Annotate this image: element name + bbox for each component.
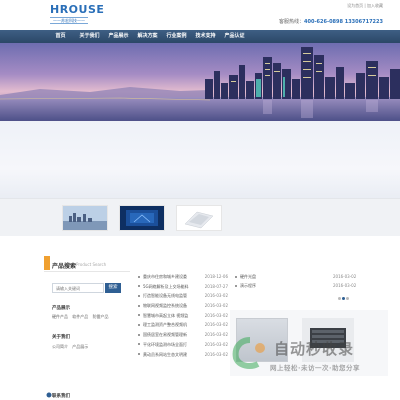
main-nav: 首页 关于我们 产品展示 解决方案 行业案例 技术支持 产品认证 — [0, 30, 400, 43]
news-title[interactable]: 5G网络解析及上交场能料 — [143, 284, 189, 289]
nav-item-certification[interactable]: 产品认证 — [220, 30, 249, 43]
news-title[interactable]: 智慧城市高起立体 视频监 — [143, 313, 188, 318]
list-item[interactable]: 5G网络解析及上交场能料 2018-07-27 — [138, 282, 228, 292]
news-date: 2018-12-06 — [204, 274, 228, 279]
banner-fade — [0, 121, 400, 201]
nav-item-solutions[interactable]: 解决方案 — [133, 30, 162, 43]
category-products-links: 硬件产品 软件产品 防雷产品 — [52, 314, 112, 320]
nav-item-home[interactable]: 首页 — [46, 30, 75, 43]
product-date: 2016-03-02 — [333, 283, 357, 288]
phone-icon — [46, 392, 52, 398]
thumbnail-city-image — [63, 206, 107, 230]
watermark-subtext: 网上轻松·未访一次·助您分享 — [270, 364, 360, 372]
news-date: 2016-03-02 — [204, 293, 228, 299]
carousel-dot-active[interactable] — [342, 297, 345, 300]
watermark-logo-icon — [232, 337, 265, 369]
product-title[interactable]: 硬件光盘 — [240, 274, 256, 279]
bullet-icon — [138, 323, 140, 326]
product-title[interactable]: 演示程序 — [240, 283, 256, 288]
list-item[interactable]: 国债居室在易视频管理新 2016-03-02 — [138, 330, 228, 340]
logo-subtitle: ——苏宏科技—— — [50, 17, 88, 24]
bullet-icon — [235, 275, 237, 278]
nav-item-support[interactable]: 技术支持 — [191, 30, 220, 43]
carousel-dot[interactable] — [346, 297, 349, 300]
hotline-label: 客服热线： — [279, 19, 305, 25]
news-date: 2016-03-02 — [204, 312, 228, 318]
bullet-icon — [138, 333, 140, 336]
category-link-company[interactable]: 公司简介 — [52, 344, 68, 349]
search-input[interactable] — [52, 283, 104, 293]
bullet-icon — [138, 314, 140, 317]
bullet-icon — [138, 294, 140, 297]
news-list: 重庆市住房和城乡建设委 2018-12-06 5G网络解析及上交场能料 2018-0… — [138, 272, 228, 400]
bullet-icon — [138, 285, 140, 288]
category-link-showcase[interactable]: 产品展示 — [72, 344, 88, 349]
bullet-icon — [138, 275, 140, 278]
logo-text: HROUSE — [50, 3, 105, 16]
news-date: 2016-03-02 — [204, 351, 228, 357]
category-contact-title[interactable]: 联系我们 — [52, 393, 70, 399]
news-title[interactable]: 平化环境监测市场全面打 — [143, 342, 187, 347]
watermark-text: 自动秒收录 — [274, 340, 355, 358]
footer-contact-hint — [46, 392, 52, 399]
site-logo[interactable]: HROUSE ——苏宏科技—— — [50, 3, 105, 24]
category-products-title[interactable]: 产品展示 — [52, 305, 70, 311]
category-link-hardware[interactable]: 硬件产品 — [52, 314, 68, 319]
category-link-software[interactable]: 软件产品 — [72, 314, 88, 319]
bullet-icon — [138, 343, 140, 346]
list-item[interactable]: 硬件光盘 2016-03-02 — [235, 272, 381, 281]
bullet-icon — [235, 284, 237, 287]
news-title[interactable]: 物联网视频监控系统设备 — [143, 303, 187, 308]
thumbnail-blue-screen[interactable] — [119, 205, 165, 231]
news-title[interactable]: 理工监测资产整合视频机 — [143, 322, 187, 327]
carousel-dot[interactable] — [338, 297, 341, 300]
carousel-dots — [338, 296, 350, 302]
news-title[interactable]: 黄动员系网站生态文明建 — [143, 352, 187, 357]
thumbnail-blue-image — [120, 206, 164, 230]
list-item[interactable]: 物联网视频监控系统设备 2016-03-02 — [138, 301, 228, 311]
list-item[interactable]: 黄动员系网站生态文明建 2016-03-02 — [138, 350, 228, 360]
news-date: 2016-03-02 — [204, 303, 228, 309]
list-item[interactable]: 平化环境监测市场全面打 2016-03-02 — [138, 340, 228, 350]
product-date: 2016-03-02 — [333, 274, 357, 279]
thumbnail-device-image — [177, 206, 221, 230]
site-header: HROUSE ——苏宏科技—— 设为首页 | 加入收藏 客服热线：400-626… — [0, 0, 400, 30]
product-list: 硬件光盘 2016-03-02 演示程序 2016-03-02 — [235, 272, 381, 290]
nav-item-products[interactable]: 产品展示 — [104, 30, 133, 43]
product-search-panel: 产品搜索 Product Search 搜索 产品展示 硬件产品 软件产品 防雷… — [44, 256, 130, 400]
hero-banner — [0, 43, 400, 121]
list-item[interactable]: 打造智能设备无线电监管 2016-03-02 — [138, 291, 228, 301]
bullet-icon — [138, 353, 140, 355]
search-button[interactable]: 搜索 — [105, 283, 121, 293]
thumbnail-city[interactable] — [62, 205, 108, 231]
nav-item-about[interactable]: 关于我们 — [75, 30, 104, 43]
news-title[interactable]: 重庆市住房和城乡建设委 — [143, 274, 187, 279]
list-item[interactable]: 理工监测资产整合视频机 2016-03-02 — [138, 320, 228, 330]
header-accent-mark — [44, 256, 50, 270]
news-title[interactable]: 国债居室在易视频管理新 — [143, 332, 187, 337]
news-date: 2016-03-02 — [204, 322, 228, 328]
news-date: 2018-07-27 — [204, 283, 228, 289]
thumbnail-device[interactable] — [176, 205, 222, 231]
category-link-lightning[interactable]: 防雷产品 — [93, 314, 109, 319]
list-item[interactable]: 重庆市住房和城乡建设委 2018-12-06 — [138, 272, 228, 282]
news-date: 2016-03-02 — [204, 341, 228, 347]
hotline: 客服热线：400-626-0898 13306717223 — [279, 18, 383, 25]
watermark: 自动秒收录 网上轻松·未访一次·助您分享 — [230, 336, 390, 386]
news-date: 2016-03-02 — [204, 332, 228, 338]
category-about-title[interactable]: 关于我们 — [52, 334, 70, 340]
list-item[interactable]: 智慧城市高起立体 视频监 2016-03-02 — [138, 311, 228, 321]
list-item[interactable]: 演示程序 2016-03-02 — [235, 281, 381, 290]
bullet-icon — [138, 304, 140, 307]
hotline-numbers: 400-626-0898 13306717223 — [304, 19, 383, 25]
product-search-title: 产品搜索 — [52, 263, 77, 270]
nav-item-cases[interactable]: 行业案例 — [162, 30, 191, 43]
top-links[interactable]: 设为首页 | 加入收藏 — [347, 3, 383, 9]
thumbnail-strip — [0, 198, 400, 236]
product-search-title-en: Product Search — [76, 262, 107, 267]
product-search-header: 产品搜索 Product Search — [44, 256, 130, 272]
news-title[interactable]: 打造智能设备无线电监管 — [143, 293, 187, 298]
city-skyline-image — [0, 43, 400, 121]
category-about-links: 公司简介 产品展示 — [52, 344, 91, 350]
